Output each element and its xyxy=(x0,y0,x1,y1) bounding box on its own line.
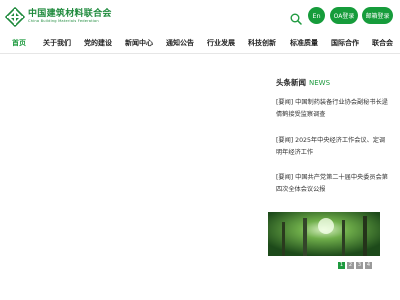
logo-subtitle: China Building Materials Federation xyxy=(28,19,99,24)
nav-item-standards[interactable]: 标准质量 xyxy=(290,34,318,53)
carousel-pager: 1 2 3 4 xyxy=(338,262,372,269)
nav-item-party[interactable]: 党的建设 xyxy=(84,34,112,53)
headlines-title-cn: 头条新闻 xyxy=(276,78,306,87)
pager-page-2[interactable]: 2 xyxy=(347,262,354,269)
nav-item-notices[interactable]: 通知公告 xyxy=(166,34,194,53)
headline-item[interactable]: [要闻] 中国共产党第二十届中央委员会第四次全体会议公报 xyxy=(276,172,390,196)
language-button[interactable]: En xyxy=(308,7,325,24)
nav-item-about[interactable]: 关于我们 xyxy=(43,34,71,53)
logo-mark-icon xyxy=(4,6,26,28)
nav-item-tech[interactable]: 科技创新 xyxy=(248,34,276,53)
nav-item-federation[interactable]: 联合会 xyxy=(372,34,393,53)
site-header: 中国建筑材料联合会 China Building Materials Feder… xyxy=(0,0,400,34)
nav-item-news[interactable]: 新闻中心 xyxy=(125,34,153,53)
nav-item-international[interactable]: 国际合作 xyxy=(331,34,359,53)
pager-page-3[interactable]: 3 xyxy=(356,262,363,269)
headlines-title: 头条新闻 NEWS xyxy=(276,77,330,88)
pager-page-4[interactable]: 4 xyxy=(365,262,372,269)
pager-page-1[interactable]: 1 xyxy=(338,262,345,269)
headline-item[interactable]: [要闻] 中国制药装备行业协会副秘书长逯倩鹤接受监察调查 xyxy=(276,97,390,121)
logo[interactable]: 中国建筑材料联合会 China Building Materials Feder… xyxy=(4,6,112,28)
nav-item-home[interactable]: 首页 xyxy=(12,34,26,53)
main-nav: 首页 关于我们 党的建设 新闻中心 通知公告 行业发展 科技创新 标准质量 国际… xyxy=(0,34,400,54)
search-icon[interactable] xyxy=(290,10,302,25)
logo-title: 中国建筑材料联合会 xyxy=(28,8,112,19)
oa-login-button[interactable]: OA登录 xyxy=(330,7,358,24)
headline-image[interactable] xyxy=(268,212,380,256)
headline-item[interactable]: [要闻] 2025年中央经济工作会议、定调明年经济工作 xyxy=(276,135,390,159)
mail-login-button[interactable]: 邮箱登录 xyxy=(362,7,393,24)
nav-item-industry[interactable]: 行业发展 xyxy=(207,34,235,53)
headlines-title-en: NEWS xyxy=(309,79,331,87)
